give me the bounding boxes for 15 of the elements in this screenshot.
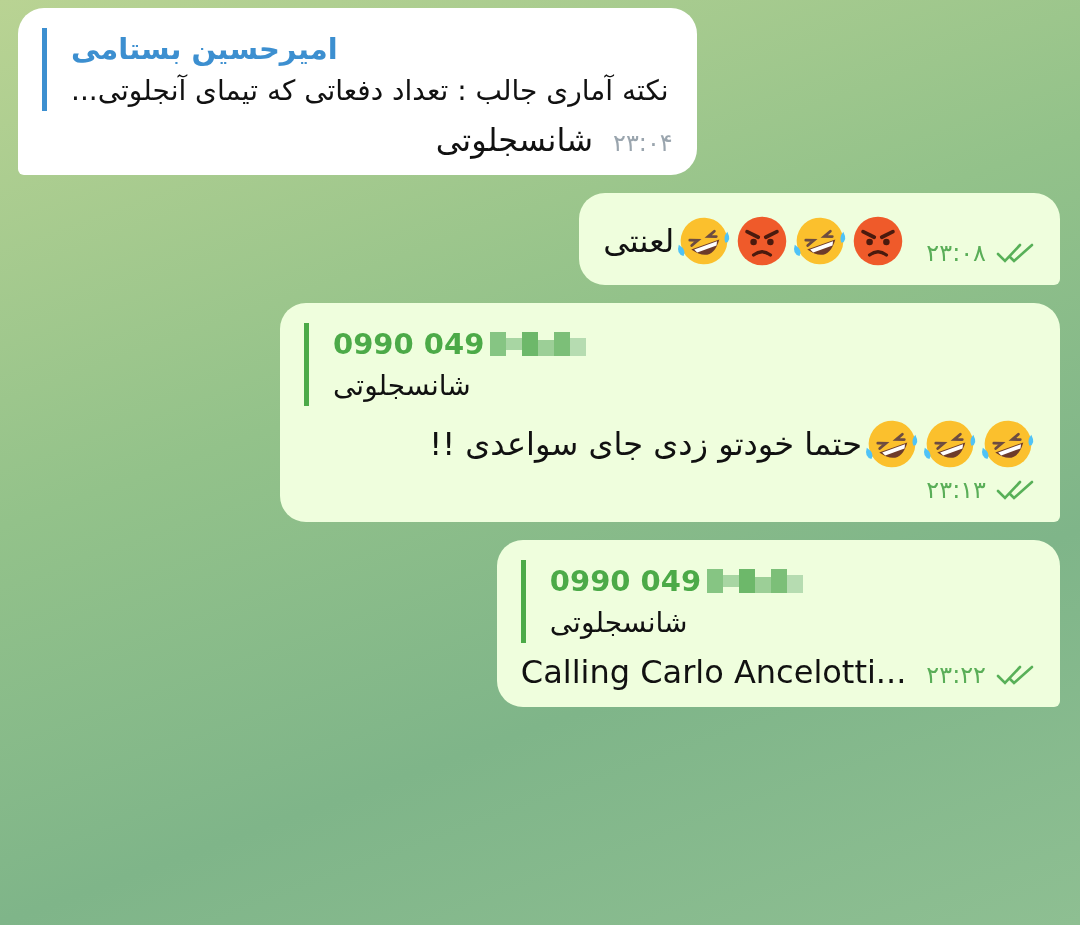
message-text: Calling Carlo Ancelotti... [520, 653, 907, 691]
message-text: لعنتی [603, 222, 675, 260]
message-time: ۲۳:۰۴ [613, 129, 673, 157]
message-text: شانسجلوتی [435, 121, 593, 159]
sender-name: 0990 049 [333, 327, 485, 361]
message-time: ۲۳:۲۲ [926, 661, 986, 689]
sender-name: 0990 049 [549, 564, 702, 598]
message-time: ۲۳:۰۸ [926, 239, 986, 267]
message-time: ۲۳:۱۳ [926, 476, 986, 504]
quoted-text: نکته آماری جالب : تعداد دفعاتی که تیمای آنجلوتی... [71, 74, 669, 107]
quoted-text: شانسجلوتی [333, 369, 471, 402]
quoted-text: شانسجلوتی [549, 606, 688, 639]
message-text: حتما خودتو زدی جای سواعدی !! [429, 425, 862, 463]
reply-quote[interactable]: امیرحسین بستامی نکته آماری جالب : تعداد دفعاتی که تیمای آنجلوتی... [42, 28, 673, 111]
sender-name: امیرحسین بستامی [71, 32, 338, 66]
